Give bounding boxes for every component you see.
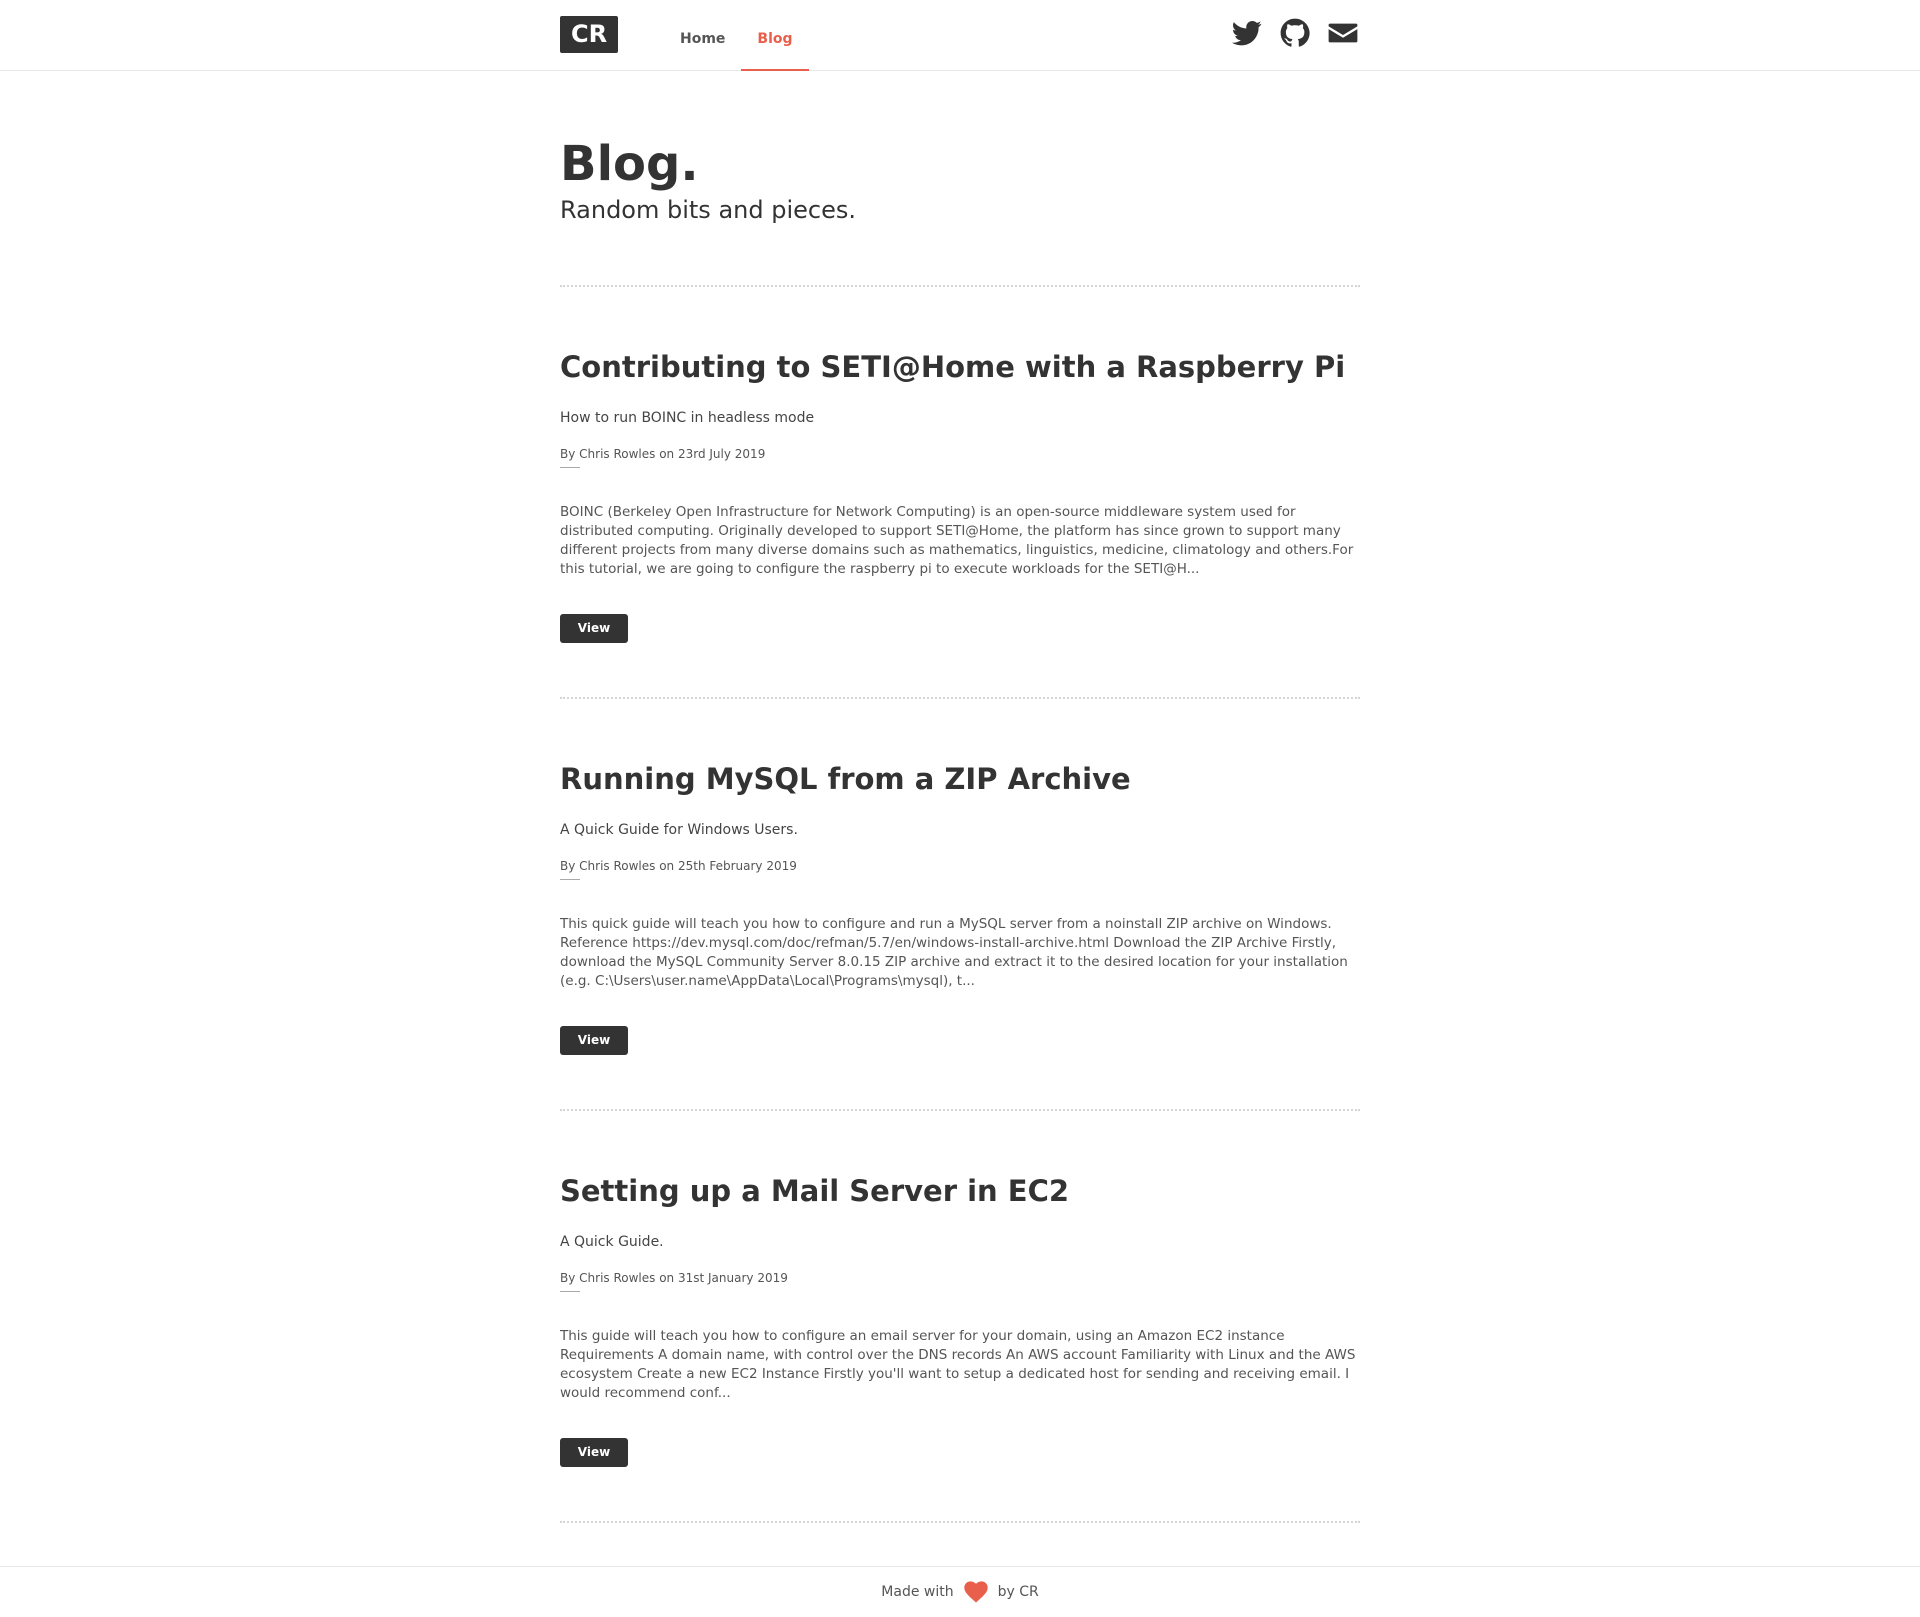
post-meta: By Chris Rowles on 25th February 2019 xyxy=(560,859,797,873)
meta-rule xyxy=(560,467,580,468)
view-button[interactable]: View xyxy=(560,1438,628,1467)
post-excerpt: This guide will teach you how to configu… xyxy=(560,1328,1356,1401)
view-button[interactable]: View xyxy=(560,614,628,643)
page-subtitle: Random bits and pieces. xyxy=(560,196,856,224)
page-title: Blog. xyxy=(560,136,699,192)
twitter-icon[interactable] xyxy=(1232,18,1262,48)
top-navbar: CR Home Blog xyxy=(0,0,1920,71)
meta-rule xyxy=(560,879,580,880)
post-title[interactable]: Contributing to SETI@Home with a Raspber… xyxy=(560,349,1360,385)
post-item: Running MySQL from a ZIP Archive A Quick… xyxy=(560,699,1360,1109)
site-footer: Made with by CR xyxy=(0,1566,1920,1617)
nav-item-blog[interactable]: Blog xyxy=(741,0,809,71)
post-summary: A Quick Guide for Windows Users. xyxy=(560,822,798,838)
post-summary: How to run BOINC in headless mode xyxy=(560,410,815,426)
post-excerpt: BOINC (Berkeley Open Infrastructure for … xyxy=(560,504,1354,577)
view-button[interactable]: View xyxy=(560,1026,628,1055)
main-content: Blog. Random bits and pieces. Contributi… xyxy=(560,71,1360,1523)
heart-icon xyxy=(963,1581,988,1603)
navbar-container: CR Home Blog xyxy=(560,0,1360,71)
post-item: Contributing to SETI@Home with a Raspber… xyxy=(560,287,1360,697)
site-logo[interactable]: CR xyxy=(560,16,618,53)
footer-by: by CR xyxy=(997,1584,1039,1600)
post-excerpt: This quick guide will teach you how to c… xyxy=(560,916,1348,989)
post-title[interactable]: Setting up a Mail Server in EC2 xyxy=(560,1173,1360,1209)
footer-made-with: Made with xyxy=(881,1584,954,1600)
meta-rule xyxy=(560,1291,580,1292)
post-meta: By Chris Rowles on 23rd July 2019 xyxy=(560,447,766,461)
nav-item-home[interactable]: Home xyxy=(664,0,741,70)
post-summary: A Quick Guide. xyxy=(560,1234,664,1250)
envelope-icon[interactable] xyxy=(1328,18,1358,48)
github-icon[interactable] xyxy=(1280,18,1310,48)
divider xyxy=(560,1521,1360,1523)
post-title[interactable]: Running MySQL from a ZIP Archive xyxy=(560,761,1360,797)
post-item: Setting up a Mail Server in EC2 A Quick … xyxy=(560,1111,1360,1521)
post-meta: By Chris Rowles on 31st January 2019 xyxy=(560,1271,788,1285)
social-links xyxy=(1232,18,1358,48)
main-nav: Home Blog xyxy=(664,0,809,71)
